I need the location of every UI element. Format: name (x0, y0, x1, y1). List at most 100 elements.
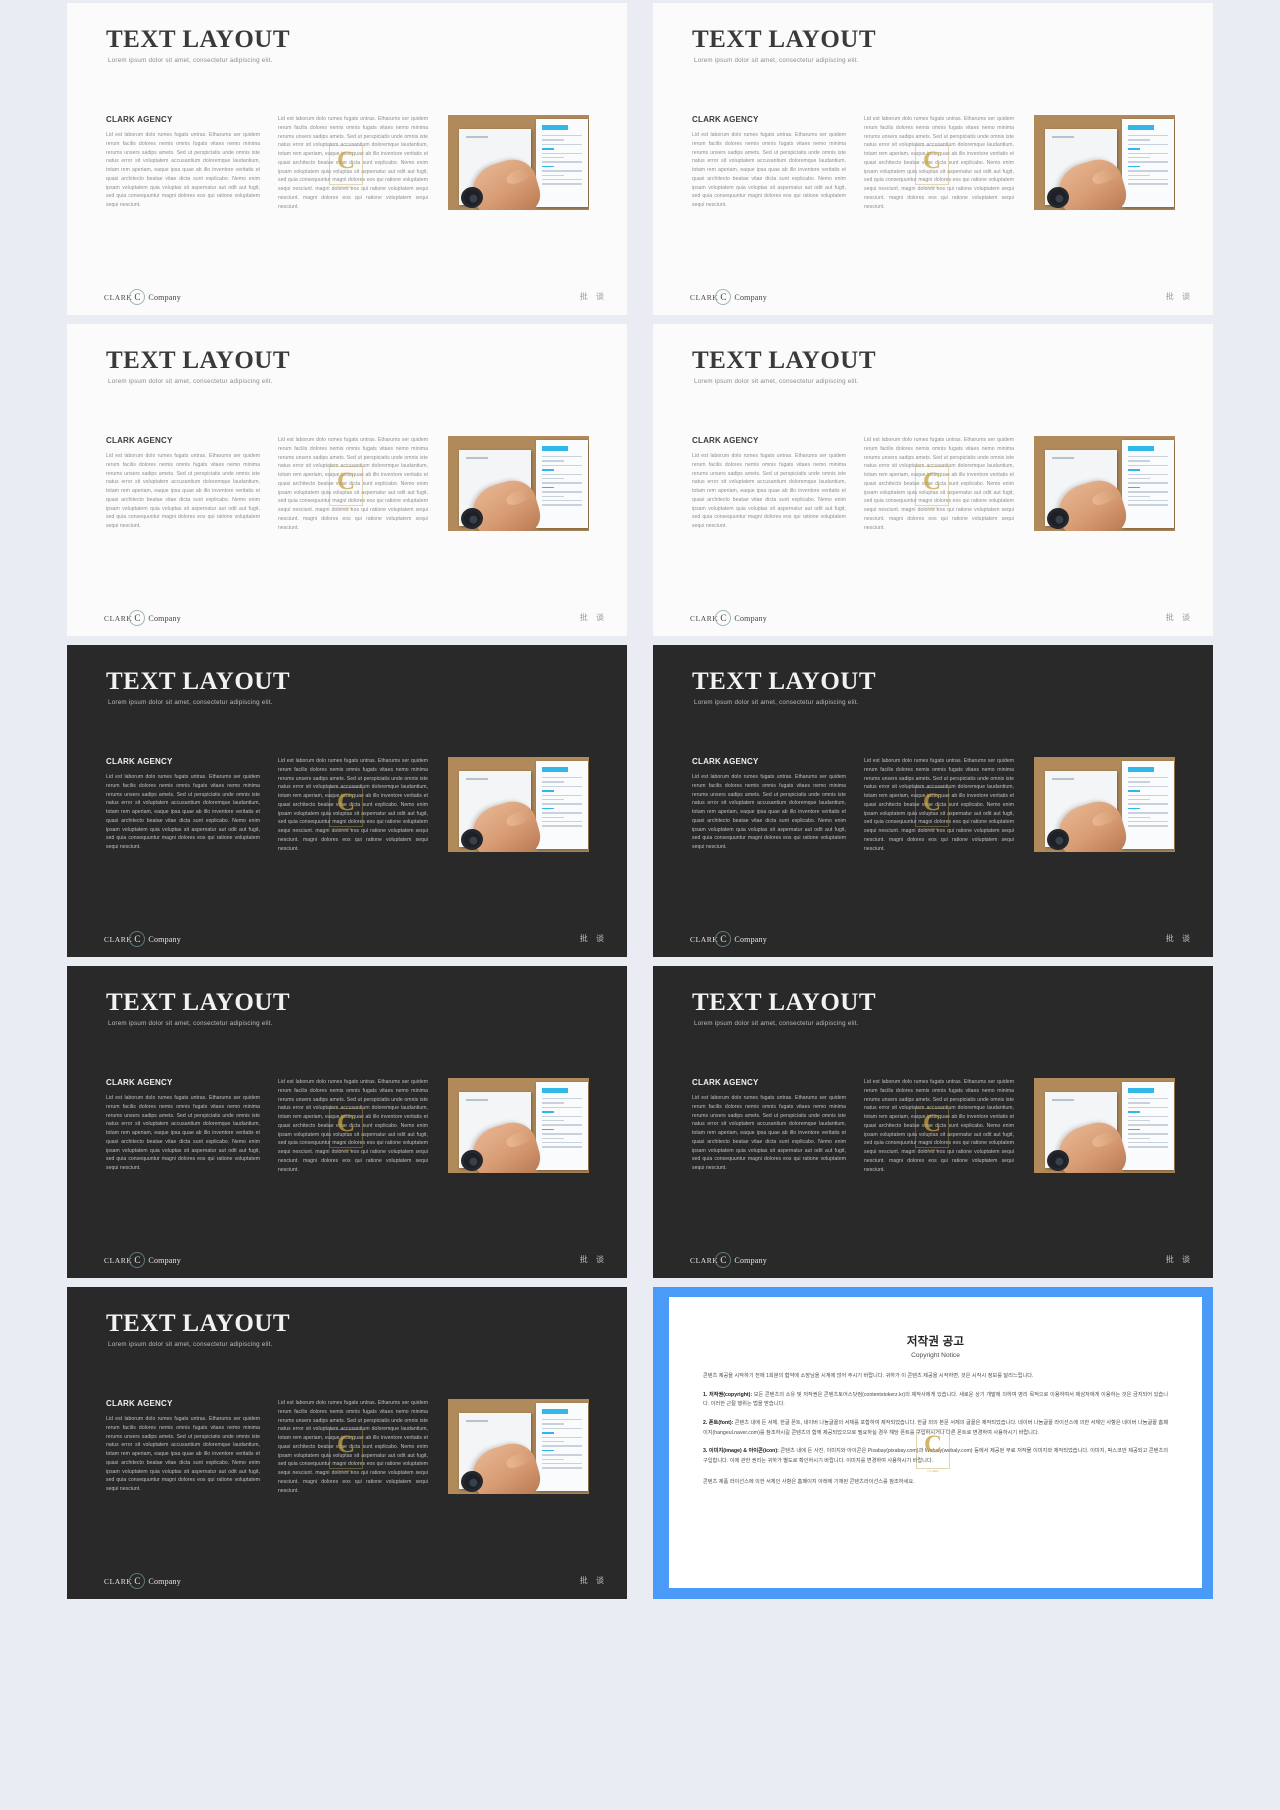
photo-report-header-bar (1128, 767, 1154, 772)
body-paragraph-1: Lid est laborum dolo rumes fugats untras… (106, 132, 260, 208)
body-column-left: CLARK AGENCY Lid est laborum dolo rumes … (106, 757, 260, 852)
copyright-item-1-label: 1. 저작권(copyright): (703, 1391, 753, 1398)
photo-report-lines (1128, 456, 1168, 509)
copyright-watermark-letter: C (923, 1431, 943, 1459)
body-column-left: CLARK AGENCY Lid est laborum dolo rumes … (692, 1078, 846, 1173)
footer-brand-right: Company (148, 1255, 181, 1265)
photo-report-sheet (536, 440, 588, 528)
photo-chart-title-bar (1052, 778, 1074, 780)
agency-heading: CLARK AGENCY (106, 757, 173, 766)
body-paragraph-2: Lid est laborum dolo rumes fugats untras… (278, 758, 428, 852)
footer-brand-mark: C (129, 1252, 146, 1268)
body-paragraph-2: Lid est laborum dolo rumes fugats untras… (278, 1079, 428, 1173)
copyright-watermark-caption: CLARK (927, 1469, 939, 1474)
slide-subtitle: Lorem ipsum dolor sit amet, consectetur … (108, 57, 273, 64)
footer-brand-mark: C (715, 1252, 732, 1268)
body-paragraph-1: Lid est laborum dolo rumes fugats untras… (106, 1095, 260, 1171)
footer-cjk-note: 批 谈 (1165, 934, 1193, 943)
slide-subtitle: Lorem ipsum dolor sit amet, consectetur … (108, 1020, 273, 1027)
footer-logo: CLARK C Company (104, 931, 181, 947)
photo-chart-title-bar (466, 1420, 488, 1422)
slide-title: TEXT LAYOUT (106, 989, 291, 1016)
footer-brand-right: Company (734, 1255, 767, 1265)
footer-cjk-note: 批 谈 (1165, 1255, 1193, 1264)
photo-report-sheet (1122, 761, 1174, 849)
slide-title: TEXT LAYOUT (106, 347, 291, 374)
slide-title: TEXT LAYOUT (692, 26, 877, 53)
body-column-left: CLARK AGENCY Lid est laborum dolo rumes … (106, 1399, 260, 1494)
body-column-right: Lid est laborum dolo rumes fugats untras… (278, 1399, 428, 1495)
footer-brand-right: Company (734, 613, 767, 623)
slide-title: TEXT LAYOUT (692, 668, 877, 695)
footer-brand-mark: C (129, 289, 146, 305)
photo-chart-title-bar (466, 457, 488, 459)
slide-subtitle: Lorem ipsum dolor sit amet, consectetur … (694, 57, 859, 64)
photo-report-lines (1128, 1098, 1168, 1151)
slide-thumbnail-7[interactable]: TEXT LAYOUT Lorem ipsum dolor sit amet, … (67, 966, 627, 1278)
slide-photo-hand-pointing-at-chart (448, 1078, 589, 1173)
copyright-notice-slide[interactable]: 저작권 공고 Copyright Notice 콘텐츠 제공을 시작하기 전에 … (653, 1287, 1213, 1599)
slide-thumbnail-9[interactable]: TEXT LAYOUT Lorem ipsum dolor sit amet, … (67, 1287, 627, 1599)
body-paragraph-1: Lid est laborum dolo rumes fugats untras… (692, 774, 846, 850)
slide-thumbnail-6[interactable]: TEXT LAYOUT Lorem ipsum dolor sit amet, … (653, 645, 1213, 957)
slide-footer: CLARK C Company 批 谈 (67, 923, 627, 957)
slide-footer: CLARK C Company 批 谈 (67, 1244, 627, 1278)
slide-thumbnail-3[interactable]: TEXT LAYOUT Lorem ipsum dolor sit amet, … (67, 324, 627, 636)
copyright-item-1: 1. 저작권(copyright): 모든 콘텐츠의 소유 및 저작권은 콘텐츠… (703, 1391, 1168, 1410)
body-paragraph-1: Lid est laborum dolo rumes fugats untras… (106, 453, 260, 529)
photo-report-lines (1128, 777, 1168, 830)
footer-cjk-note: 批 谈 (579, 613, 607, 622)
footer-brand-right: Company (148, 1576, 181, 1586)
copyright-item-3-label: 3. 이미지(image) & 아이콘(icon): (703, 1448, 779, 1455)
photo-report-lines (542, 777, 582, 830)
footer-brand-right: Company (148, 934, 181, 944)
slide-footer: CLARK C Company 批 谈 (67, 602, 627, 636)
footer-logo: CLARK C Company (104, 1573, 181, 1589)
photo-report-header-bar (1128, 446, 1154, 451)
body-column-right: Lid est laborum dolo rumes fugats untras… (864, 436, 1014, 532)
slide-title: TEXT LAYOUT (692, 989, 877, 1016)
slide-footer: CLARK C Company 批 谈 (653, 1244, 1213, 1278)
agency-heading: CLARK AGENCY (106, 115, 173, 124)
slide-title: TEXT LAYOUT (692, 347, 877, 374)
photo-report-header-bar (1128, 125, 1154, 130)
slide-subtitle: Lorem ipsum dolor sit amet, consectetur … (108, 1341, 273, 1348)
body-column-left: CLARK AGENCY Lid est laborum dolo rumes … (106, 1078, 260, 1173)
body-column-right: Lid est laborum dolo rumes fugats untras… (278, 757, 428, 853)
photo-report-sheet (1122, 119, 1174, 207)
photo-chart-title-bar (466, 136, 488, 138)
body-paragraph-2: Lid est laborum dolo rumes fugats untras… (864, 116, 1014, 210)
slide-thumbnail-5[interactable]: TEXT LAYOUT Lorem ipsum dolor sit amet, … (67, 645, 627, 957)
footer-brand-left: CLARK (690, 1255, 719, 1265)
slide-photo-hand-pointing-at-chart (1034, 115, 1175, 210)
agency-heading: CLARK AGENCY (692, 757, 759, 766)
slide-thumbnail-8[interactable]: TEXT LAYOUT Lorem ipsum dolor sit amet, … (653, 966, 1213, 1278)
copyright-watermark-logo: C CLARK (916, 1429, 950, 1473)
photo-report-header-bar (542, 125, 568, 130)
photo-report-lines (542, 456, 582, 509)
slide-photo-hand-pointing-at-chart (448, 1399, 589, 1494)
slide-thumbnail-1[interactable]: TEXT LAYOUT Lorem ipsum dolor sit amet, … (67, 3, 627, 315)
footer-brand-right: Company (148, 292, 181, 302)
footer-brand-mark: C (715, 931, 732, 947)
footer-brand-left: CLARK (104, 934, 133, 944)
photo-report-sheet (1122, 1082, 1174, 1170)
footer-brand-mark: C (129, 1573, 146, 1589)
copyright-item-2-label: 2. 폰트(font): (703, 1419, 734, 1426)
body-column-right: Lid est laborum dolo rumes fugats untras… (864, 757, 1014, 853)
footer-logo: CLARK C Company (104, 1252, 181, 1268)
body-paragraph-1: Lid est laborum dolo rumes fugats untras… (106, 774, 260, 850)
photo-report-sheet (1122, 440, 1174, 528)
slide-thumbnail-4[interactable]: TEXT LAYOUT Lorem ipsum dolor sit amet, … (653, 324, 1213, 636)
photo-report-sheet (536, 119, 588, 207)
slide-footer: CLARK C Company 批 谈 (67, 1565, 627, 1599)
body-paragraph-2: Lid est laborum dolo rumes fugats untras… (278, 1400, 428, 1494)
agency-heading: CLARK AGENCY (692, 115, 759, 124)
slide-thumbnail-2[interactable]: TEXT LAYOUT Lorem ipsum dolor sit amet, … (653, 3, 1213, 315)
footer-cjk-note: 批 谈 (579, 1255, 607, 1264)
slide-photo-hand-pointing-at-chart (448, 436, 589, 531)
slide-title: TEXT LAYOUT (106, 26, 291, 53)
footer-brand-right: Company (734, 292, 767, 302)
footer-logo: CLARK C Company (104, 610, 181, 626)
body-paragraph-2: Lid est laborum dolo rumes fugats untras… (864, 1079, 1014, 1173)
